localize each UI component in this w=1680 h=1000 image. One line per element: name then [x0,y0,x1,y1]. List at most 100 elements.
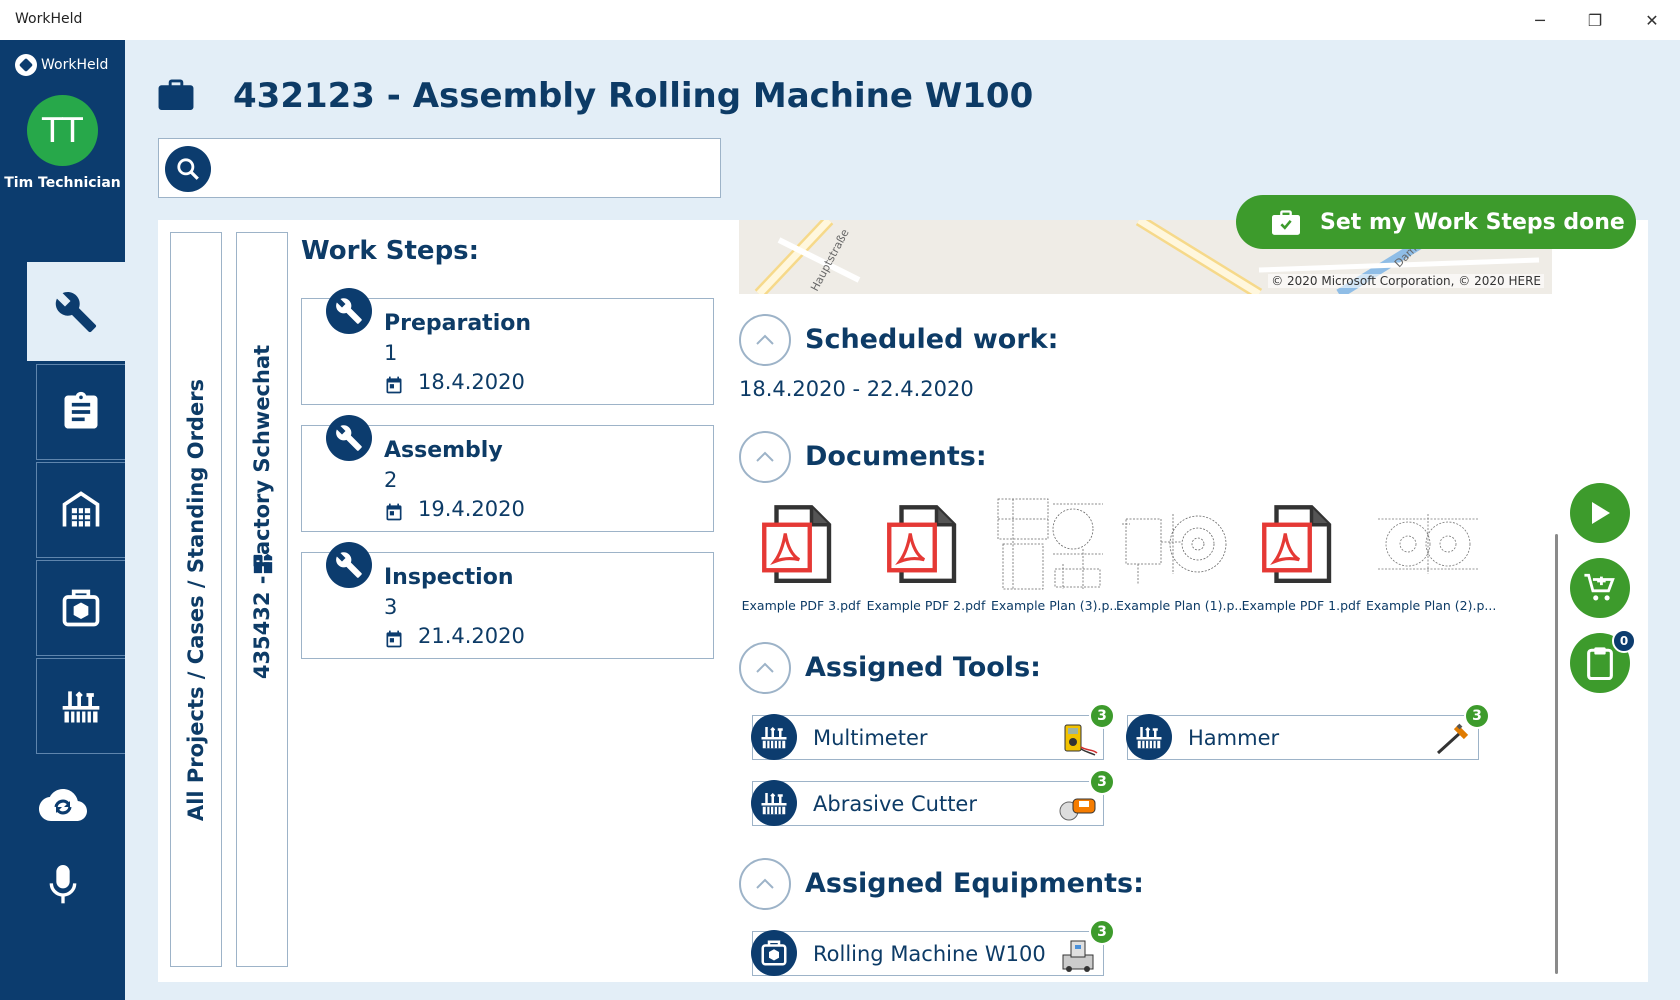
factory-icon [253,553,273,574]
document-item[interactable]: Example PDF 1.pdf [1241,490,1361,613]
tool-item[interactable]: Abrasive Cutter 3 [751,769,1115,826]
play-icon [1592,502,1610,524]
wrench-icon [326,542,372,588]
scheduled-collapse-button[interactable] [739,314,791,366]
technical-plan-thumbnail [1378,514,1478,574]
technical-plan-thumbnail [997,498,1103,590]
clipboard-button[interactable]: 0 [1570,629,1636,693]
equipment-count-badge: 3 [1089,919,1115,945]
sidebar: WorkHeld TT Tim Technician [0,40,125,1000]
tool-item[interactable]: Hammer 3 [1126,703,1490,760]
work-step-date: 21.4.2020 [418,624,525,648]
toolbox-icon [1126,714,1172,760]
nav-item-reports[interactable] [36,364,125,460]
work-step-number: 1 [384,341,398,365]
sync-button[interactable] [38,780,88,830]
document-name: Example PDF 3.pdf [741,598,861,613]
chevron-up-icon [756,334,774,345]
tool-count-badge: 3 [1464,703,1490,729]
pdf-file-icon [887,505,957,583]
toolbox-icon [751,714,797,760]
clipboard-count-badge: 0 [1612,629,1636,653]
documents-collapse-button[interactable] [739,431,791,483]
work-step-name: Inspection [384,565,514,590]
start-work-button[interactable] [1570,483,1630,543]
map-credit: © 2020 Microsoft Corporation, © 2020 HER… [1268,274,1544,288]
scrollbar[interactable] [1555,534,1558,974]
breadcrumb-label: 435432 - Factory Schwechat [250,344,274,679]
equipment-box-icon [751,930,797,976]
avatar[interactable]: TT [27,95,98,166]
set-work-steps-done-button[interactable]: Set my Work Steps done [1236,195,1636,249]
brand: WorkHeld [15,54,108,76]
equipment-name: Rolling Machine W100 [813,942,1046,966]
equipment-box-icon [62,589,100,627]
abrasive-cutter-icon [1059,798,1096,821]
calendar-icon [386,503,402,521]
breadcrumb-all-projects[interactable]: All Projects / Cases / Standing Orders [170,232,222,967]
briefcase-icon [158,79,194,110]
work-step-number: 2 [384,468,398,492]
nav-item-tools[interactable] [36,658,125,754]
window-title: WorkHeld [15,11,83,27]
hammer-icon [1436,723,1469,755]
toolbox-icon [751,780,797,826]
tools-title: Assigned Tools: [805,652,1041,683]
nav-item-equipment[interactable] [36,560,125,656]
breadcrumb-label: All Projects / Cases / Standing Orders [184,378,208,821]
document-item[interactable]: Example PDF 3.pdf [741,490,861,613]
document-item[interactable]: Example Plan (2).p... [1366,490,1497,613]
add-to-cart-button[interactable] [1570,558,1630,618]
wrench-icon [55,291,97,332]
breadcrumb-factory[interactable]: 435432 - Factory Schwechat [236,232,288,967]
clipboard-icon [1587,647,1613,680]
cloud-sync-icon [39,789,87,821]
set-work-steps-done-label: Set my Work Steps done [1320,209,1625,235]
search-icon [177,158,199,180]
workheld-logo-icon [15,54,37,76]
multimeter-icon [1064,724,1098,756]
work-step-card[interactable]: Assembly 2 19.4.2020 [301,415,714,532]
work-step-date: 19.4.2020 [418,497,525,521]
minimize-button[interactable]: ─ [1512,0,1568,40]
wrench-icon [326,415,372,461]
search-box [158,138,721,198]
toolbox-icon [62,691,100,723]
tool-name: Abrasive Cutter [813,792,977,816]
search-button[interactable] [165,146,211,192]
scheduled-title: Scheduled work: [805,324,1059,355]
document-name: Example Plan (2).p... [1366,598,1497,613]
equipment-item[interactable]: Rolling Machine W100 3 [751,919,1115,976]
work-step-name: Preparation [384,311,532,336]
restore-button[interactable]: ❐ [1567,0,1623,40]
chevron-up-icon [756,878,774,889]
pdf-file-icon [1262,505,1332,583]
pdf-file-icon [762,505,832,583]
work-step-card[interactable]: Preparation 1 18.4.2020 [301,288,714,405]
nav-item-work[interactable] [27,262,125,361]
search-input[interactable] [221,149,701,187]
wrench-icon [326,288,372,334]
rolling-machine-icon [1062,940,1094,972]
close-button[interactable]: ✕ [1624,0,1680,40]
tools-collapse-button[interactable] [739,642,791,694]
document-item[interactable]: Example PDF 2.pdf [866,490,986,613]
user-name: Tim Technician [4,175,121,191]
calendar-icon [386,376,402,394]
document-item[interactable]: Example Plan (3).p... [991,490,1121,613]
page-title: 432123 - Assembly Rolling Machine W100 [233,76,1034,116]
title-bar: WorkHeld ─ ❐ ✕ [0,0,1680,40]
equipments-collapse-button[interactable] [739,858,791,910]
work-step-card[interactable]: Inspection 3 21.4.2020 [301,542,714,659]
document-name: Example PDF 2.pdf [866,598,986,613]
tool-item[interactable]: Multimeter 3 [751,703,1115,760]
brand-name: WorkHeld [41,57,109,73]
nav-item-facilities[interactable] [36,462,125,558]
chevron-up-icon [756,451,774,462]
work-step-date: 18.4.2020 [418,370,525,394]
document-item[interactable]: Example Plan (1).p... [1116,490,1246,613]
work-steps-heading: Work Steps: [301,236,480,266]
work-step-name: Assembly [384,438,503,463]
voice-button[interactable] [38,860,88,910]
equipments-title: Assigned Equipments: [805,868,1144,899]
